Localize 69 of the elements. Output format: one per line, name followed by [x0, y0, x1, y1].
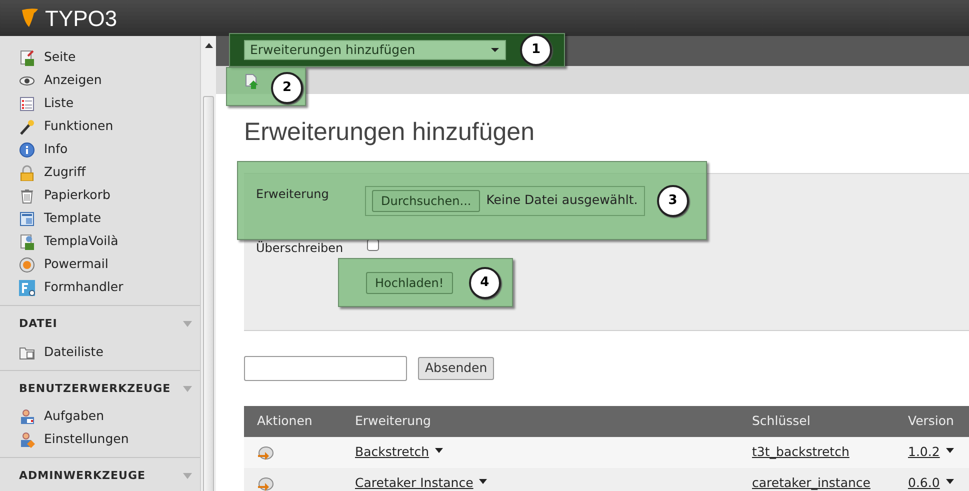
logo-icon	[19, 7, 41, 29]
callout-number: 2	[271, 72, 303, 104]
extension-link[interactable]: Backstretch	[355, 444, 430, 460]
sidebar-item[interactable]: Einstellungen	[0, 428, 200, 451]
trash-icon	[19, 188, 35, 204]
version-link[interactable]: 0.6.0	[908, 475, 940, 490]
sidebar-item[interactable]: Dateiliste	[0, 340, 200, 364]
collapse-icon[interactable]	[183, 386, 192, 392]
sidebar-item[interactable]: Template	[0, 207, 200, 230]
callout-number: 1	[520, 34, 552, 66]
user-icon	[19, 408, 35, 424]
column-header: Version	[895, 406, 969, 437]
sidebar-item[interactable]: Aufgaben	[0, 405, 200, 428]
file-input[interactable]: Durchsuchen... Keine Datei ausgewählt.	[365, 186, 645, 216]
browse-button[interactable]: Durchsuchen...	[372, 190, 480, 212]
field-label: Erweiterung	[256, 186, 330, 202]
caret-icon[interactable]	[479, 479, 488, 484]
scrollbar-thumb[interactable]	[203, 96, 214, 491]
callout-number: 3	[656, 184, 689, 216]
extension-link[interactable]: Caretaker Instance	[355, 475, 474, 490]
search-field[interactable]	[244, 356, 407, 381]
column-header: Aktionen	[244, 406, 342, 437]
column-header: Schlüssel	[739, 406, 895, 437]
circle-icon	[19, 256, 35, 272]
sidebar-item[interactable]: Seite	[0, 46, 200, 69]
sidebar-item[interactable]: TemplaVoilà	[0, 230, 200, 253]
overwrite-checkbox[interactable]	[367, 239, 379, 251]
version-link[interactable]: 1.0.2	[908, 444, 940, 460]
caret-icon[interactable]	[946, 479, 954, 484]
caret-icon	[491, 48, 499, 52]
section-title: ADMINWERKZEUGE	[19, 468, 146, 484]
caret-icon[interactable]	[435, 448, 444, 454]
page-icon	[19, 234, 35, 250]
page-icon	[19, 50, 35, 66]
upload-button[interactable]: Hochladen!	[366, 272, 453, 294]
caret-icon[interactable]	[946, 448, 954, 454]
overwrite-label: Überschreiben	[256, 240, 344, 257]
section-title: DATEI	[19, 316, 58, 332]
column-header: Erweiterung	[342, 406, 739, 437]
logo-text: TYPO3	[45, 4, 118, 32]
extension-key-link[interactable]: t3t_backstretch	[752, 444, 850, 460]
wand-icon	[19, 118, 35, 134]
user-icon	[19, 432, 35, 448]
sidebar-item[interactable]: Powermail	[0, 253, 200, 276]
file-status: Keine Datei ausgewählt.	[486, 191, 638, 210]
sidebar-item[interactable]: Formhandler	[0, 276, 200, 299]
section-title: BENUTZERWERKZEUGE	[19, 380, 171, 396]
collapse-icon[interactable]	[183, 321, 192, 328]
submit-button[interactable]: Absenden	[418, 357, 494, 380]
sidebar-item[interactable]: Liste	[0, 92, 200, 115]
sidebar-item[interactable]: Anzeigen	[0, 69, 200, 92]
lock-icon	[19, 164, 35, 180]
page-title: Erweiterungen hinzufügen	[244, 117, 536, 148]
list-icon	[19, 96, 35, 112]
layout-icon	[19, 210, 35, 226]
collapse-icon[interactable]	[183, 473, 192, 480]
upload-file-icon[interactable]	[245, 74, 259, 90]
info-icon	[19, 142, 35, 158]
sidebar-item[interactable]: Funktionen	[0, 115, 200, 138]
extension-key-link[interactable]: caretaker_instance	[752, 475, 870, 490]
import-icon[interactable]	[257, 444, 274, 461]
callout-number: 4	[468, 266, 501, 298]
scroll-up-icon[interactable]	[205, 43, 213, 48]
import-icon[interactable]	[257, 476, 274, 491]
sidebar-item[interactable]: Papierkorb	[0, 184, 200, 207]
sidebar-item[interactable]: Info	[0, 138, 200, 161]
form-icon	[19, 280, 35, 296]
sidebar-item[interactable]: Zugriff	[0, 161, 200, 184]
module-dropdown[interactable]: Erweiterungen hinzufügen	[244, 40, 506, 60]
